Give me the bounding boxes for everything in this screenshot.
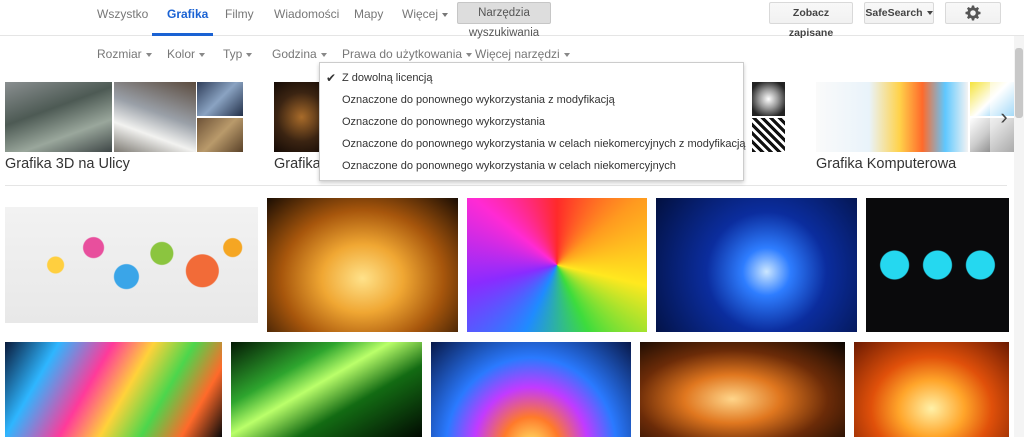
menu-item-label: Oznaczone do ponownego wykorzystania w c… [342, 160, 676, 172]
safesearch-button[interactable]: SafeSearch [864, 2, 934, 24]
related-label[interactable]: Grafika 3D na Ulicy [5, 156, 130, 172]
related-thumb[interactable] [816, 82, 968, 152]
gear-icon [965, 5, 981, 21]
related-thumb[interactable] [5, 82, 112, 152]
filter-usage-rights-label: Prawa do użytkowania [342, 47, 463, 61]
safesearch-label: SafeSearch [865, 7, 923, 19]
scrollbar[interactable] [1014, 36, 1024, 437]
divider [5, 185, 1007, 186]
top-nav: Wszystko Grafika Filmy Wiadomości Mapy W… [0, 0, 1024, 39]
tab-all[interactable]: Wszystko [97, 7, 148, 21]
filter-usage-rights[interactable]: Prawa do użytkowania [342, 47, 473, 61]
menu-item-any-license[interactable]: ✔ Z dowolną licencją [320, 67, 743, 89]
image-result[interactable] [656, 198, 857, 332]
related-thumb[interactable] [274, 82, 320, 152]
tab-more[interactable]: Więcej [402, 7, 449, 21]
filter-type[interactable]: Typ [223, 47, 253, 61]
filter-more-tools-label: Więcej narzędzi [475, 47, 560, 61]
image-result[interactable] [5, 342, 222, 437]
filter-time[interactable]: Godzina [272, 47, 327, 61]
filter-color-label: Kolor [167, 47, 196, 61]
image-result[interactable] [431, 342, 631, 437]
filter-size-label: Rozmiar [97, 47, 142, 61]
image-result[interactable] [866, 198, 1009, 332]
menu-item-label: Oznaczone do ponownego wykorzystania w c… [342, 138, 746, 150]
filter-time-label: Godzina [272, 47, 317, 61]
menu-item-label: Z dowolną licencją [342, 72, 433, 84]
chevron-down-icon [199, 52, 206, 57]
related-label[interactable]: Grafika Komputerowa [816, 156, 956, 172]
image-result[interactable] [640, 342, 845, 437]
related-thumb[interactable] [752, 82, 785, 116]
image-result[interactable] [854, 342, 1009, 437]
menu-item-reuse[interactable]: Oznaczone do ponownego wykorzystania [320, 111, 743, 133]
related-label[interactable]: Grafika [274, 156, 321, 172]
related-thumb[interactable] [197, 82, 243, 116]
chevron-down-icon [466, 52, 473, 57]
chevron-down-icon [246, 52, 253, 57]
menu-item-label: Oznaczone do ponownego wykorzystania z m… [342, 94, 615, 106]
chevron-down-icon [442, 12, 449, 17]
tab-videos[interactable]: Filmy [225, 7, 254, 21]
image-result[interactable] [231, 342, 422, 437]
filter-type-label: Typ [223, 47, 243, 61]
related-thumb[interactable] [752, 118, 785, 152]
related-thumb[interactable] [197, 118, 243, 152]
filter-more-tools[interactable]: Więcej narzędzi [475, 47, 570, 61]
filter-size[interactable]: Rozmiar [97, 47, 152, 61]
image-result[interactable] [267, 198, 458, 332]
saved-images-button[interactable]: Zobacz zapisane [769, 2, 853, 39]
menu-item-reuse-modification[interactable]: Oznaczone do ponownego wykorzystania z m… [320, 89, 743, 111]
image-result[interactable] [5, 207, 258, 323]
tab-more-label: Więcej [402, 7, 439, 21]
checkmark-icon: ✔ [326, 71, 337, 85]
image-result[interactable] [467, 198, 647, 332]
settings-button[interactable] [945, 2, 1001, 24]
chevron-down-icon [563, 52, 570, 57]
tab-maps[interactable]: Mapy [354, 7, 383, 21]
tab-images[interactable]: Grafika [167, 7, 208, 21]
scrollbar-thumb[interactable] [1015, 48, 1023, 118]
search-tools-button[interactable]: Narzędzia wyszukiwania [457, 2, 551, 39]
usage-rights-menu: ✔ Z dowolną licencją Oznaczone do ponown… [319, 62, 746, 181]
tab-news[interactable]: Wiadomości [274, 7, 339, 21]
chevron-down-icon [926, 11, 933, 16]
filter-color[interactable]: Kolor [167, 47, 206, 61]
related-thumb[interactable] [114, 82, 196, 152]
menu-item-reuse-noncommercial-modification[interactable]: Oznaczone do ponownego wykorzystania w c… [320, 133, 746, 155]
chevron-down-icon [145, 52, 152, 57]
menu-item-label: Oznaczone do ponownego wykorzystania [342, 116, 546, 128]
chevron-down-icon [320, 52, 327, 57]
menu-item-reuse-noncommercial[interactable]: Oznaczone do ponownego wykorzystania w c… [320, 155, 743, 177]
